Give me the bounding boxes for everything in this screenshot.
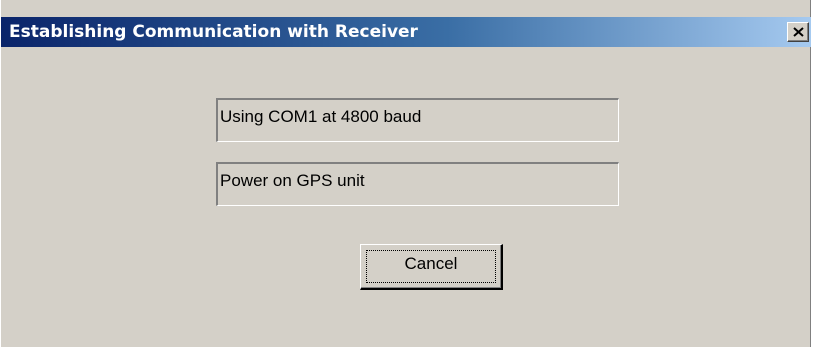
close-button[interactable] [787, 22, 809, 42]
title-bar[interactable]: Establishing Communication with Receiver [1, 17, 812, 47]
window-title: Establishing Communication with Receiver [9, 22, 418, 42]
port-status-text: Using COM1 at 4800 baud [220, 107, 422, 126]
dialog-window: Establishing Communication with Receiver… [0, 0, 812, 347]
cancel-button-label: Cancel [404, 254, 458, 273]
cancel-button[interactable]: Cancel [360, 244, 503, 290]
close-icon [793, 27, 804, 37]
port-status-field: Using COM1 at 4800 baud [216, 98, 619, 142]
instruction-status-text: Power on GPS unit [220, 171, 365, 190]
instruction-status-field: Power on GPS unit [216, 162, 619, 206]
